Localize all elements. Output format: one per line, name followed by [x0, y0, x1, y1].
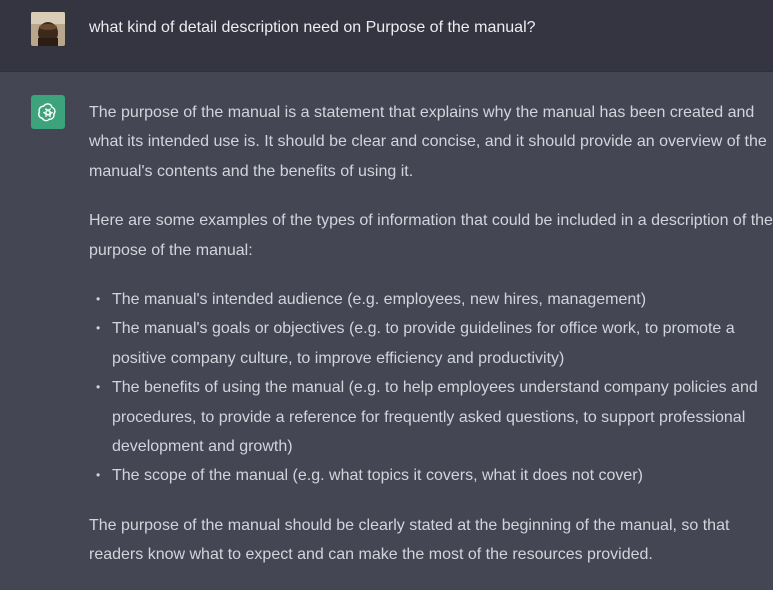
openai-logo-icon: [38, 103, 56, 122]
list-item: • The scope of the manual (e.g. what top…: [96, 461, 773, 490]
list-item: • The manual's goals or objectives (e.g.…: [96, 314, 773, 373]
bullet-icon: •: [96, 321, 101, 336]
user-message-text: what kind of detail description need on …: [89, 19, 536, 36]
assistant-message-row: The purpose of the manual is a statement…: [0, 72, 773, 574]
list-item-text: The manual's goals or objectives (e.g. t…: [112, 320, 735, 367]
list-item: • The benefits of using the manual (e.g.…: [96, 373, 773, 461]
user-avatar: [31, 12, 65, 46]
assistant-message-content: The purpose of the manual is a statement…: [89, 98, 773, 590]
list-item-text: The benefits of using the manual (e.g. t…: [112, 379, 758, 456]
list-item-text: The manual's intended audience (e.g. emp…: [112, 291, 647, 309]
bullet-list: • The manual's intended audience (e.g. e…: [89, 285, 773, 491]
bullet-icon: •: [96, 380, 101, 395]
paragraph: Here are some examples of the types of i…: [89, 212, 773, 259]
paragraph: The purpose of the manual is a statement…: [89, 104, 767, 180]
bullet-icon: •: [96, 468, 101, 483]
user-message-row: what kind of detail description need on …: [0, 0, 773, 72]
list-item: • The manual's intended audience (e.g. e…: [96, 285, 773, 314]
list-item-text: The scope of the manual (e.g. what topic…: [112, 467, 643, 485]
paragraph-closing: The purpose of the manual should be clea…: [89, 516, 730, 564]
user-avatar-photo: [31, 12, 65, 46]
assistant-avatar: [31, 95, 65, 129]
bullet-icon: •: [96, 292, 101, 307]
